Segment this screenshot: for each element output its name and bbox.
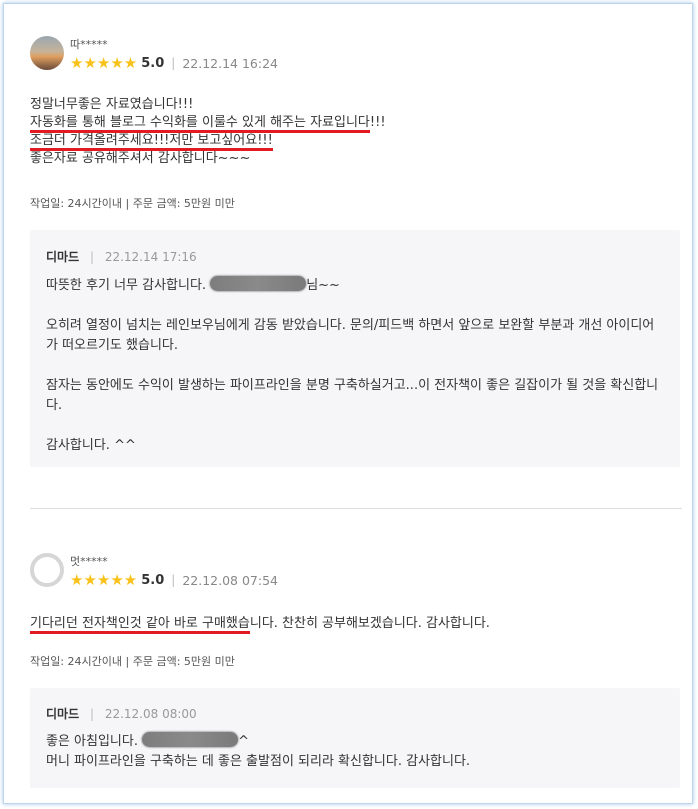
redacted-name [210,276,307,291]
reply-paragraph: 잠자는 동안에도 수익이 발생하는 파이프라인을 분명 구축하실거고...이 전… [46,378,659,413]
redacted-name [142,732,239,747]
reply-header: 디마드 | 22.12.08 08:00 [46,705,197,722]
reply-text: 좋은 아침입니다. ^ 머니 파이프라인을 구축하는 데 좋은 출발점이 되리라… [46,732,664,772]
reply-line: 따뜻한 후기 너무 감사합니다. 님~~ [46,276,340,293]
order-meta: 작업일: 24시간이내 | 주문 금액: 5만원 미만 [30,197,235,210]
separator: | [89,250,94,264]
rating-row: ★★★★★ 5.0 | 22.12.14 16:24 [70,54,278,72]
avatar[interactable] [30,553,64,587]
order-meta: 작업일: 24시간이내 | 주문 금액: 5만원 미만 [30,655,235,668]
reply-line: 머니 파이프라인을 구축하는 데 좋은 출발점이 되리라 확신합니다. 감사합니… [46,754,471,769]
rating-score: 5.0 [141,55,165,71]
highlighted-text: 조금더 가격올려주세요!!!저만 보고싶어요!!! [30,133,273,151]
reply-paragraph: 오히려 열정이 넘치는 레인보우님에게 감동 받았습니다. 문의/피드백 하면서… [46,318,655,353]
reply-date: 22.12.14 17:16 [104,250,197,264]
rating-score: 5.0 [141,572,165,588]
separator: | [171,573,176,587]
review-line: 좋은자료 공유해주셔서 감사합니다~~~ [30,151,251,166]
review-line-tail: !!! [369,115,386,130]
reviewer-nickname: 따***** [70,38,108,51]
highlighted-text: 기다리던 전자책인것 같아 바로 구매했습 [30,616,250,634]
star-rating-icon: ★★★★★ [70,571,138,589]
review-date: 22.12.08 07:54 [182,572,278,588]
separator: | [89,707,94,721]
reply-author: 디마드 [46,707,80,721]
review-item: 멋***** ★★★★★ 5.0 | 22.12.08 07:54 기다리던 전… [30,553,684,798]
rating-row: ★★★★★ 5.0 | 22.12.08 07:54 [70,571,278,589]
reviewer-nickname: 멋***** [70,555,108,568]
reply-line: 좋은 아침입니다. ^ [46,732,250,749]
separator: | [171,56,176,70]
reply-date: 22.12.08 08:00 [104,707,197,721]
review-text: 기다리던 전자책인것 같아 바로 구매했습니다. 찬찬히 공부해보겠습니다. 감… [30,615,490,634]
reply-paragraph: 감사합니다. ^^ [46,438,136,453]
review-date: 22.12.14 16:24 [182,55,278,71]
seller-reply: 디마드 | 22.12.14 17:16 따뜻한 후기 너무 감사합니다. 님~… [30,230,680,467]
star-rating-icon: ★★★★★ [70,54,138,72]
review-line: 정말너무좋은 자료였습니다!!! [30,97,194,112]
highlighted-text: 자동화를 통해 블로그 수익화를 이룰수 있게 해주는 자료입니다 [30,115,370,133]
review-text: 정말너무좋은 자료였습니다!!! 자동화를 통해 블로그 수익화를 이룰수 있게… [30,96,386,168]
reply-text: 따뜻한 후기 너무 감사합니다. 님~~ 오히려 열정이 넘치는 레인보우님에게… [46,276,664,456]
divider [30,508,682,509]
reply-header: 디마드 | 22.12.14 17:16 [46,248,197,265]
review-line: 자동화를 통해 블로그 수익화를 이룰수 있게 해주는 자료입니다!!! [30,114,386,133]
reply-author: 디마드 [46,250,80,264]
avatar[interactable] [30,36,64,70]
review-line: 조금더 가격올려주세요!!!저만 보고싶어요!!! [30,132,386,151]
seller-reply: 디마드 | 22.12.08 08:00 좋은 아침입니다. ^ 머니 파이프라… [30,688,680,788]
review-item: 따***** ★★★★★ 5.0 | 22.12.14 16:24 정말너무좋은… [30,36,684,476]
